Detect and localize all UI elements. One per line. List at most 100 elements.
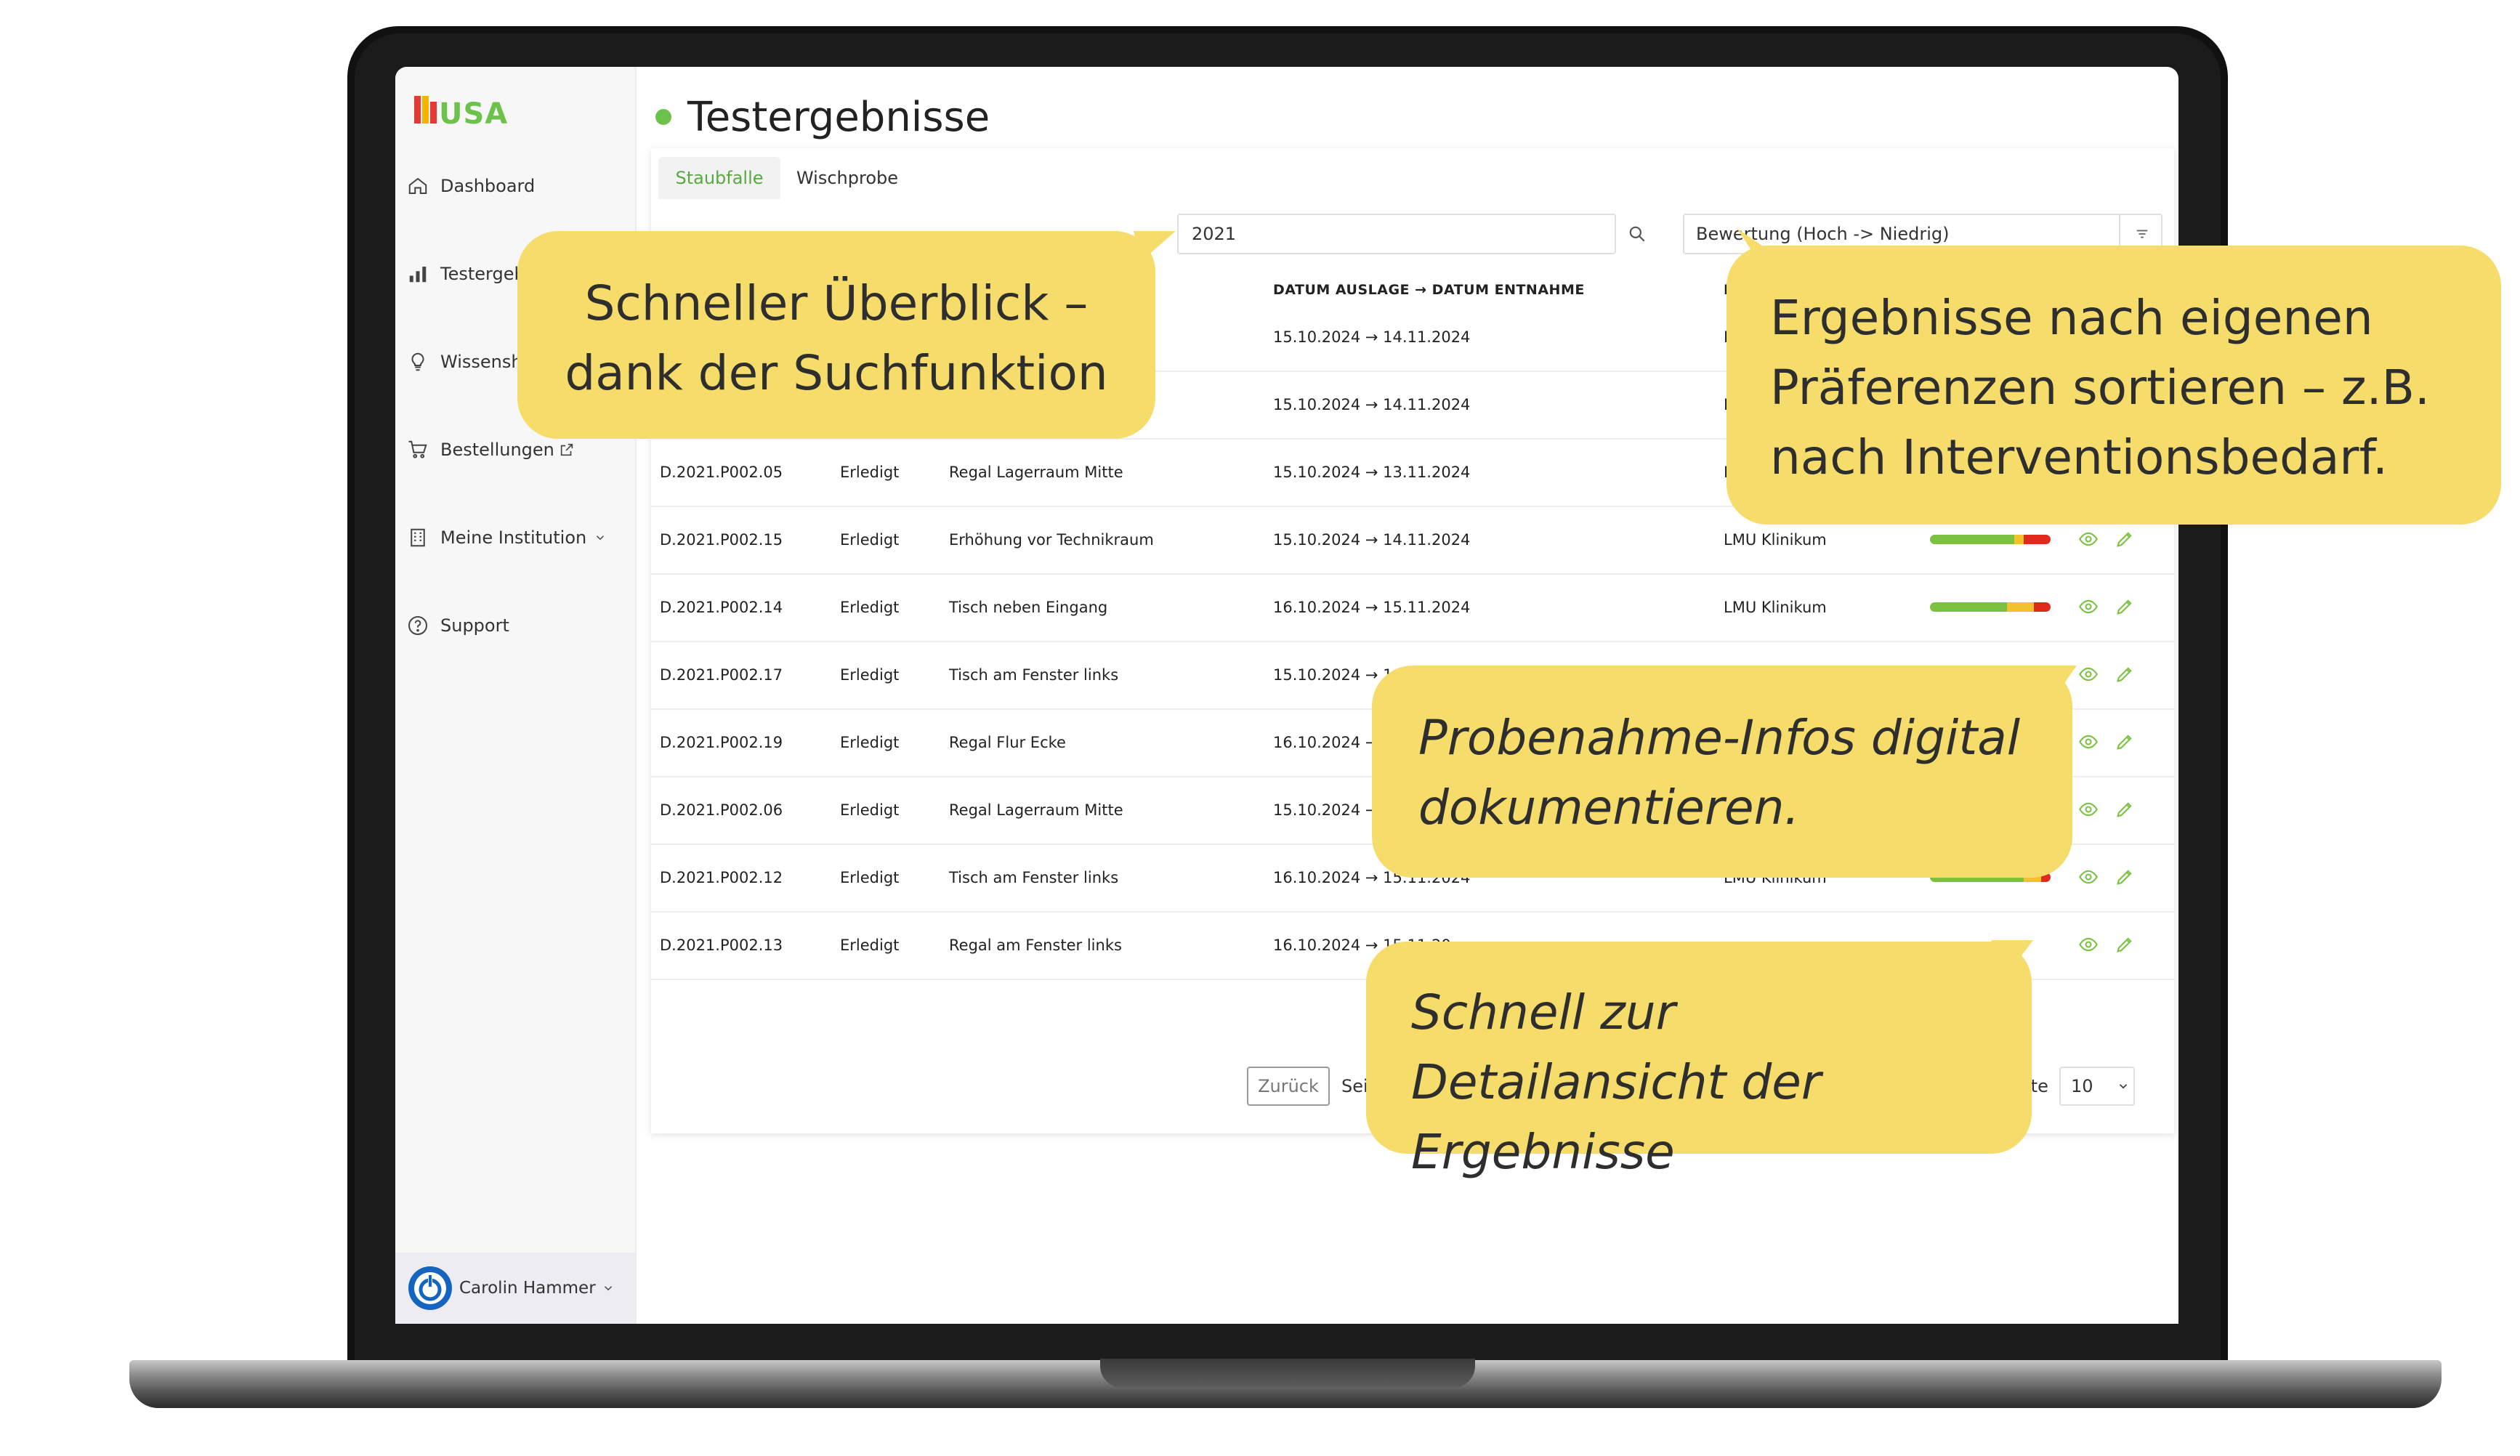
page-title: Testergebnisse [655,77,990,157]
building-icon [405,525,430,550]
callout-detail-tail [1991,940,2033,969]
lightbulb-icon [405,349,430,374]
edit-pencil-icon[interactable] [2113,798,2136,821]
view-eye-icon[interactable] [2077,595,2100,618]
user-name: Carolin Hammer [459,1279,596,1298]
svg-text:USA: USA [439,97,508,131]
sidebar-item-label: Bestellungen [440,440,554,460]
cell-status: Erledigt [840,936,900,954]
edit-pencil-icon[interactable] [2113,865,2136,889]
chevron-down-icon [594,531,607,544]
rating-bar-yellow [2014,535,2024,544]
cell-id: D.2021.P002.13 [660,936,783,954]
cell-place: Regal Flur Ecke [949,733,1066,751]
view-eye-icon[interactable] [2077,663,2100,686]
cell-status: Erledigt [840,868,900,886]
view-eye-icon[interactable] [2077,798,2100,821]
per-page-value: 10 [2071,1076,2093,1096]
tab-label: Staubfalle [675,168,764,188]
view-eye-icon[interactable] [2077,730,2100,753]
cell-id: D.2021.P002.12 [660,868,783,886]
view-eye-icon[interactable] [2077,933,2100,956]
search-input[interactable]: 2021 [1177,214,1616,254]
rating-bar-yellow [2007,602,2034,612]
cell-id: D.2021.P002.14 [660,598,783,616]
column-header-date: DATUM AUSLAGE → DATUM ENTNAHME [1273,282,1585,298]
cell-date: 15.10.2024 → 14.11.2024 [1273,395,1471,413]
home-icon [405,174,430,198]
sidebar-item-label: Meine Institution [440,527,587,548]
tab-label: Wischprobe [796,168,899,188]
callout-search: Schneller Überblick – dank der Suchfunkt… [517,231,1155,439]
rating-bar [1930,535,2051,544]
power-icon [407,1265,453,1311]
sidebar-item-support[interactable]: Support [405,604,631,647]
cell-date: 15.10.2024 → 13.11.2024 [1273,463,1471,481]
cell-date: 16.10.2024 → 15.11.2024 [1273,598,1471,616]
callout-document-tail [2035,666,2077,695]
cart-icon [405,437,430,462]
tab-wischprobe[interactable]: Wischprobe [786,157,908,199]
rating-bar-red [2024,535,2051,544]
view-eye-icon[interactable] [2077,865,2100,889]
help-circle-icon [405,613,430,638]
cell-status: Erledigt [840,733,900,751]
cell-status: Erledigt [840,666,900,684]
cell-place: Tisch neben Eingang [949,598,1108,616]
external-link-icon [559,442,575,458]
cell-place: Tisch am Fenster links [949,868,1119,886]
sidebar-item-label: Dashboard [440,176,536,196]
cell-place: Regal Lagerraum Mitte [949,463,1123,481]
sidebar-item-label: Wissensh [440,352,522,372]
musa-logo: USA [413,89,536,132]
rating-bar [1930,602,2051,612]
cell-id: D.2021.P002.17 [660,666,783,684]
view-eye-icon[interactable] [2077,527,2100,551]
cell-status: Erledigt [840,530,900,549]
edit-pencil-icon[interactable] [2113,730,2136,753]
tab-staubfalle[interactable]: Staubfalle [658,157,780,199]
per-page-select[interactable]: 10 [2059,1067,2135,1106]
cell-status: Erledigt [840,463,900,481]
sidebar-item-dashboard[interactable]: Dashboard [405,164,631,208]
back-label: Zurück [1258,1076,1319,1096]
cell-id: D.2021.P002.06 [660,801,783,819]
filter-icon [2134,226,2150,242]
rating-bar-red [2033,602,2051,612]
rating-bar-green [1930,535,2015,544]
callout-search-text: Schneller Überblick – dank der Suchfunkt… [565,275,1108,401]
sidebar-item-label: Support [440,615,509,636]
cell-status: Erledigt [840,598,900,616]
callout-detail: Schnell zur Detailansicht der Ergebnisse [1366,942,2032,1180]
edit-pencil-icon[interactable] [2113,595,2136,618]
search-button[interactable] [1616,214,1658,254]
rating-bar-green [1930,602,2008,612]
edit-pencil-icon[interactable] [2113,663,2136,686]
cell-location: LMU Klinikum [1724,598,1827,616]
laptop-notch [1100,1359,1475,1388]
back-button[interactable]: Zurück [1247,1067,1330,1106]
cell-place: Regal am Fenster links [949,936,1122,954]
user-menu[interactable]: Carolin Hammer [395,1253,635,1324]
chevron-down-icon [602,1282,615,1295]
cell-date: 15.10.2024 → 14.11.2024 [1273,530,1471,549]
cell-date: 15.10.2024 → 14.11.2024 [1273,328,1471,346]
callout-sort-tail [1737,228,1774,254]
sidebar-item-meine-institution[interactable]: Meine Institution [405,516,631,559]
edit-pencil-icon[interactable] [2113,933,2136,956]
search-value: 2021 [1192,224,1237,244]
sidebar-item-label: Testergeb [440,264,525,284]
cell-id: D.2021.P002.15 [660,530,783,549]
edit-pencil-icon[interactable] [2113,527,2136,551]
cell-place: Erhöhung vor Technikraum [949,530,1154,549]
cell-place: Regal Lagerraum Mitte [949,801,1123,819]
callout-document: Probenahme-Infos digital dokumentieren. [1372,666,2072,878]
cell-place: Tisch am Fenster links [949,666,1119,684]
table-row[interactable]: D.2021.P002.14 Erledigt Tisch neben Eingan… [651,573,2174,642]
chevron-down-icon [2117,1080,2130,1093]
bar-chart-icon [405,262,430,286]
callout-detail-text: Schnell zur Detailansicht der Ergebnisse [1411,984,1822,1180]
back-dot-icon[interactable] [655,109,671,125]
cell-status: Erledigt [840,801,900,819]
callout-document-text: Probenahme-Infos digital dokumentieren. [1418,710,2021,836]
